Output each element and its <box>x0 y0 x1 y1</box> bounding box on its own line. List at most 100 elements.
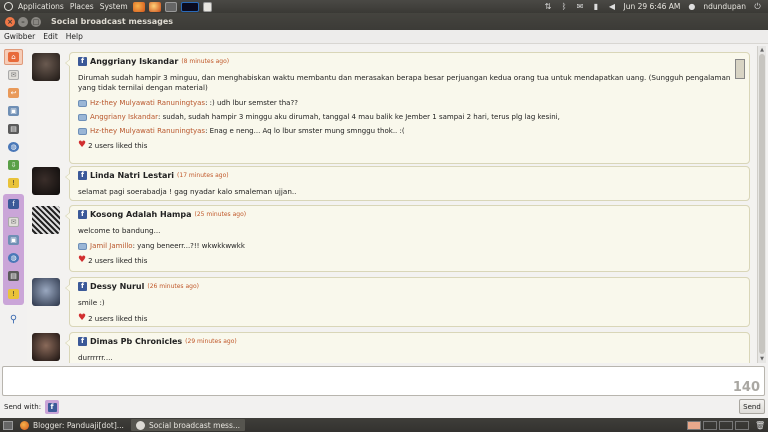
document-launcher-icon[interactable] <box>202 1 212 12</box>
post-card: f Linda Natri Lestari (17 minutes ago) s… <box>65 166 750 201</box>
message-input[interactable]: 140 <box>2 366 765 396</box>
comment-author[interactable]: Anggriany Iskandar <box>90 113 158 121</box>
send-button[interactable]: Send <box>739 399 765 414</box>
send-with-label: Send with: <box>4 403 42 411</box>
envelope-icon: ✉ <box>8 70 19 80</box>
user-status-icon[interactable]: ● <box>687 2 696 11</box>
home-icon: ⌂ <box>8 52 19 62</box>
avatar[interactable] <box>32 206 60 234</box>
attachment-thumbnail[interactable] <box>735 59 745 79</box>
post-comment: Hz-they Mulyawati Ranuningtyas : Enag e … <box>78 127 742 135</box>
post-message: smile :) <box>78 298 105 307</box>
minimize-window-icon[interactable]: – <box>18 16 28 27</box>
files-launcher-icon[interactable] <box>164 1 177 12</box>
terminal-launcher-icon[interactable] <box>180 1 199 12</box>
post-author[interactable]: Kosong Adalah Hampa <box>90 210 192 219</box>
facebook-alerts-button[interactable]: ! <box>4 286 23 302</box>
facebook-private-button[interactable]: ▤ <box>4 268 23 284</box>
battery-icon[interactable]: ▮ <box>591 2 600 11</box>
stream-private-button[interactable]: ▤ <box>4 121 23 137</box>
post-author[interactable]: Dimas Pb Chronicles <box>90 337 182 346</box>
window-titlebar[interactable]: × – □ Social broadcast messages <box>0 13 768 30</box>
post-card: f Dessy Nurul (26 minutes ago) smile :) … <box>65 277 750 327</box>
close-window-icon[interactable]: × <box>5 16 15 27</box>
post-time[interactable]: (8 minutes ago) <box>181 58 229 65</box>
post-message: Dirumah sudah hampir 3 minguu, dan mengh… <box>78 73 731 92</box>
stream-alerts-button[interactable]: ! <box>4 175 23 191</box>
web-launcher-icon[interactable] <box>148 1 161 12</box>
facebook-public-button[interactable]: ◍ <box>4 250 23 266</box>
comment-icon <box>78 113 87 121</box>
alert-icon: ! <box>8 289 19 299</box>
comment-text: : Enag e neng... Aq lo lbur smster mung … <box>205 127 405 135</box>
maximize-window-icon[interactable]: □ <box>31 16 41 27</box>
facebook-icon: f <box>78 210 87 219</box>
comment-author[interactable]: Jamil Jamillo <box>90 242 133 250</box>
network-icon[interactable]: ⇅ <box>543 2 552 11</box>
taskbar-item-blogger[interactable]: Blogger: Panduaji[dot]... <box>15 419 129 431</box>
scroll-down-icon[interactable]: ▼ <box>758 356 766 362</box>
send-bar: Send with: f Send <box>0 398 768 416</box>
comment-text: : sudah, sudah hampir 3 minggu aku dirum… <box>158 113 560 121</box>
facebook-messages-button[interactable]: ✉ <box>4 214 23 230</box>
taskbar-item-gwibber[interactable]: Social broadcast mess... <box>130 419 246 431</box>
workspace-2[interactable] <box>703 420 717 430</box>
facebook-stream-button[interactable]: f <box>4 196 23 212</box>
volume-icon[interactable]: ◀ <box>607 2 616 11</box>
post-author[interactable]: Anggriany Iskandar <box>90 57 178 66</box>
top-panel: Applications Places System ⇅ ᛒ ✉ ▮ ◀ Jun… <box>0 0 768 13</box>
likes-count: 2 users liked this <box>88 141 148 150</box>
trash-icon[interactable]: 🗑 <box>755 421 765 430</box>
stream-images-button[interactable]: ▣ <box>4 103 23 119</box>
post-time[interactable]: (25 minutes ago) <box>195 211 247 218</box>
char-count: 140 <box>732 380 760 395</box>
ubuntu-logo-icon[interactable] <box>4 2 13 11</box>
send-account-toggle[interactable]: f <box>45 400 60 414</box>
clock[interactable]: Jun 29 6:46 AM <box>623 2 680 11</box>
stream-public-button[interactable]: ◍ <box>4 139 23 155</box>
sent-icon: ⇩ <box>8 160 19 170</box>
menu-system[interactable]: System <box>97 2 131 11</box>
comment-author[interactable]: Hz-they Mulyawati Ranuningtyas <box>90 99 205 107</box>
bluetooth-icon[interactable]: ᛒ <box>559 2 568 11</box>
workspace-1[interactable] <box>687 420 701 430</box>
post-author[interactable]: Linda Natri Lestari <box>90 171 174 180</box>
user-name[interactable]: ndundupan <box>703 2 746 11</box>
search-icon: ⚲ <box>9 313 18 325</box>
stream-scrollbar[interactable]: ▲ ▼ <box>757 46 766 363</box>
menu-help[interactable]: Help <box>66 32 83 41</box>
search-button[interactable]: ⚲ <box>4 311 23 327</box>
avatar[interactable] <box>32 167 60 195</box>
avatar[interactable] <box>32 278 60 306</box>
comment-author[interactable]: Hz-they Mulyawati Ranuningtyas <box>90 127 205 135</box>
scroll-up-icon[interactable]: ▲ <box>758 47 766 53</box>
images-icon: ▣ <box>8 106 19 116</box>
stream-messages-button[interactable]: ✉ <box>4 67 23 83</box>
avatar[interactable] <box>32 333 60 361</box>
stream-home-button[interactable]: ⌂ <box>4 49 23 65</box>
post-author[interactable]: Dessy Nurul <box>90 282 144 291</box>
post-time[interactable]: (29 minutes ago) <box>185 338 237 345</box>
menu-places[interactable]: Places <box>67 2 97 11</box>
private-icon: ▤ <box>8 124 19 134</box>
power-icon[interactable]: ⏻ <box>753 2 762 11</box>
post-card: f Kosong Adalah Hampa (25 minutes ago) w… <box>65 205 750 272</box>
likes-count: 2 users liked this <box>88 256 148 265</box>
post-time[interactable]: (17 minutes ago) <box>177 172 229 179</box>
stream-sent-button[interactable]: ⇩ <box>4 157 23 173</box>
stream-replies-button[interactable]: ↩ <box>4 85 23 101</box>
facebook-images-button[interactable]: ▣ <box>4 232 23 248</box>
message-stream[interactable]: f Anggriany Iskandar (8 minutes ago) Dir… <box>27 46 755 363</box>
workspace-3[interactable] <box>719 420 733 430</box>
workspace-4[interactable] <box>735 420 749 430</box>
menu-applications[interactable]: Applications <box>15 2 67 11</box>
show-desktop-icon[interactable] <box>3 420 13 430</box>
scroll-thumb[interactable] <box>759 54 765 354</box>
mail-icon[interactable]: ✉ <box>575 2 584 11</box>
post-time[interactable]: (26 minutes ago) <box>147 283 199 290</box>
firefox-launcher-icon[interactable] <box>132 1 145 12</box>
menu-edit[interactable]: Edit <box>43 32 58 41</box>
avatar[interactable] <box>32 53 60 81</box>
menu-gwibber[interactable]: Gwibber <box>4 32 35 41</box>
comment-icon <box>78 99 87 107</box>
